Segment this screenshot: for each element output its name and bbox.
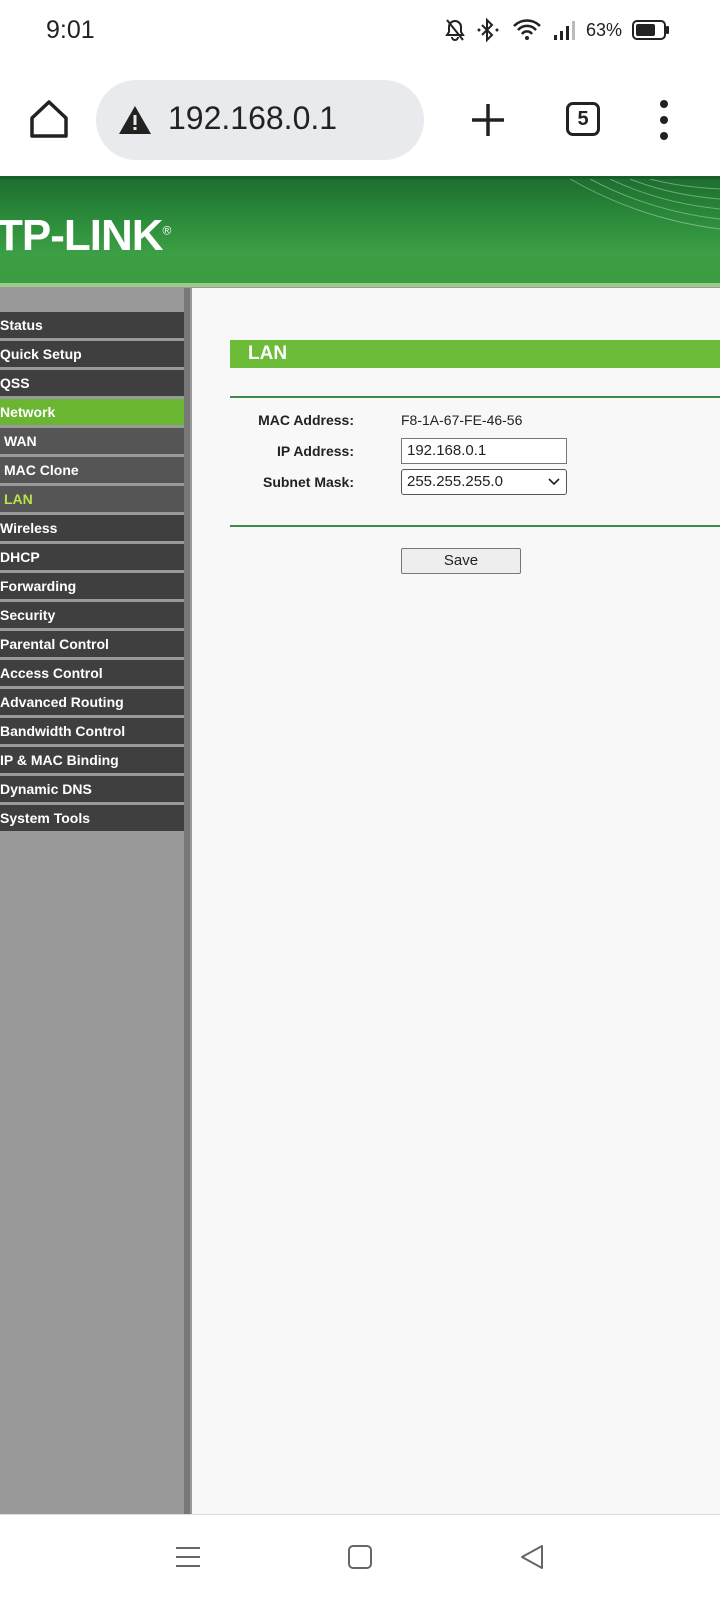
- sidebar-item-wireless[interactable]: Wireless: [0, 515, 184, 541]
- sidebar-item-network[interactable]: Network: [0, 399, 184, 425]
- battery-icon: [632, 20, 669, 40]
- status-icons: 63%: [444, 18, 670, 42]
- subnet-mask-select[interactable]: 255.255.255.0: [401, 469, 567, 495]
- sidebar-divider: [184, 288, 190, 1514]
- sidebar-item-dynamic-dns[interactable]: Dynamic DNS: [0, 776, 184, 802]
- ip-address-input[interactable]: 192.168.0.1: [401, 438, 567, 464]
- sidebar-item-mac-clone[interactable]: MAC Clone: [0, 457, 184, 483]
- wifi-icon: [513, 19, 541, 40]
- header-banner: TP-LINK®: [0, 176, 720, 287]
- mac-address-value: F8-1A-67-FE-46-56: [401, 412, 523, 428]
- subnet-mask-label: Subnet Mask:: [262, 474, 354, 490]
- chevron-down-icon: [548, 478, 560, 486]
- back-icon[interactable]: [518, 1543, 546, 1571]
- sidebar-item-lan[interactable]: LAN: [0, 486, 184, 512]
- sidebar-item-wan[interactable]: WAN: [0, 428, 184, 454]
- mute-notification-icon: [445, 19, 465, 41]
- sidebar-item-ip-mac-binding[interactable]: IP & MAC Binding: [0, 747, 184, 773]
- sidebar-menu: Status Quick Setup QSS Network WAN MAC C…: [0, 312, 184, 834]
- mac-address-label: MAC Address:: [258, 412, 354, 428]
- banner-divider: [0, 283, 720, 287]
- sidebar-item-quick-setup[interactable]: Quick Setup: [0, 341, 184, 367]
- sidebar-item-forwarding[interactable]: Forwarding: [0, 573, 184, 599]
- tab-switcher-button[interactable]: 5: [566, 102, 600, 136]
- section-title: LAN: [230, 340, 720, 368]
- battery-percent: 63%: [585, 19, 622, 40]
- banner-swoosh: [569, 179, 720, 230]
- status-bar: 9:01 63%: [0, 0, 720, 64]
- url-bar[interactable]: 192.168.0.1: [96, 80, 424, 160]
- signal-icon: [553, 21, 575, 40]
- sidebar-item-parental-control[interactable]: Parental Control: [0, 631, 184, 657]
- recent-apps-icon[interactable]: [174, 1543, 202, 1571]
- main-content: LAN MAC Address: F8-1A-67-FE-46-56 IP Ad…: [192, 288, 720, 1514]
- sidebar-item-advanced-routing[interactable]: Advanced Routing: [0, 689, 184, 715]
- sidebar-item-dhcp[interactable]: DHCP: [0, 544, 184, 570]
- status-time: 9:01: [46, 16, 95, 44]
- tp-link-logo: TP-LINK®: [0, 211, 171, 260]
- sidebar: Status Quick Setup QSS Network WAN MAC C…: [0, 288, 184, 1514]
- sidebar-item-qss[interactable]: QSS: [0, 370, 184, 396]
- save-button[interactable]: Save: [401, 548, 521, 574]
- url-text[interactable]: 192.168.0.1: [168, 100, 337, 137]
- router-page: TP-LINK® Status Quick Setup QSS Network …: [0, 176, 720, 1514]
- sidebar-item-system-tools[interactable]: System Tools: [0, 805, 184, 831]
- home-nav-icon[interactable]: [346, 1543, 374, 1571]
- sidebar-item-status[interactable]: Status: [0, 312, 184, 338]
- section-divider-top: [230, 396, 720, 398]
- system-nav-bar: [0, 1514, 720, 1601]
- bluetooth-icon: [477, 18, 499, 42]
- warning-icon[interactable]: [118, 104, 152, 136]
- sidebar-item-bandwidth-control[interactable]: Bandwidth Control: [0, 718, 184, 744]
- section-divider-bottom: [230, 525, 720, 527]
- subnet-mask-value: 255.255.255.0: [407, 473, 503, 490]
- ip-address-label: IP Address:: [276, 443, 354, 459]
- new-tab-icon[interactable]: [468, 100, 508, 140]
- sidebar-item-security[interactable]: Security: [0, 602, 184, 628]
- home-icon[interactable]: [26, 96, 72, 142]
- sidebar-item-access-control[interactable]: Access Control: [0, 660, 184, 686]
- more-options-icon[interactable]: [652, 98, 676, 142]
- browser-toolbar: 192.168.0.1 5: [0, 64, 720, 176]
